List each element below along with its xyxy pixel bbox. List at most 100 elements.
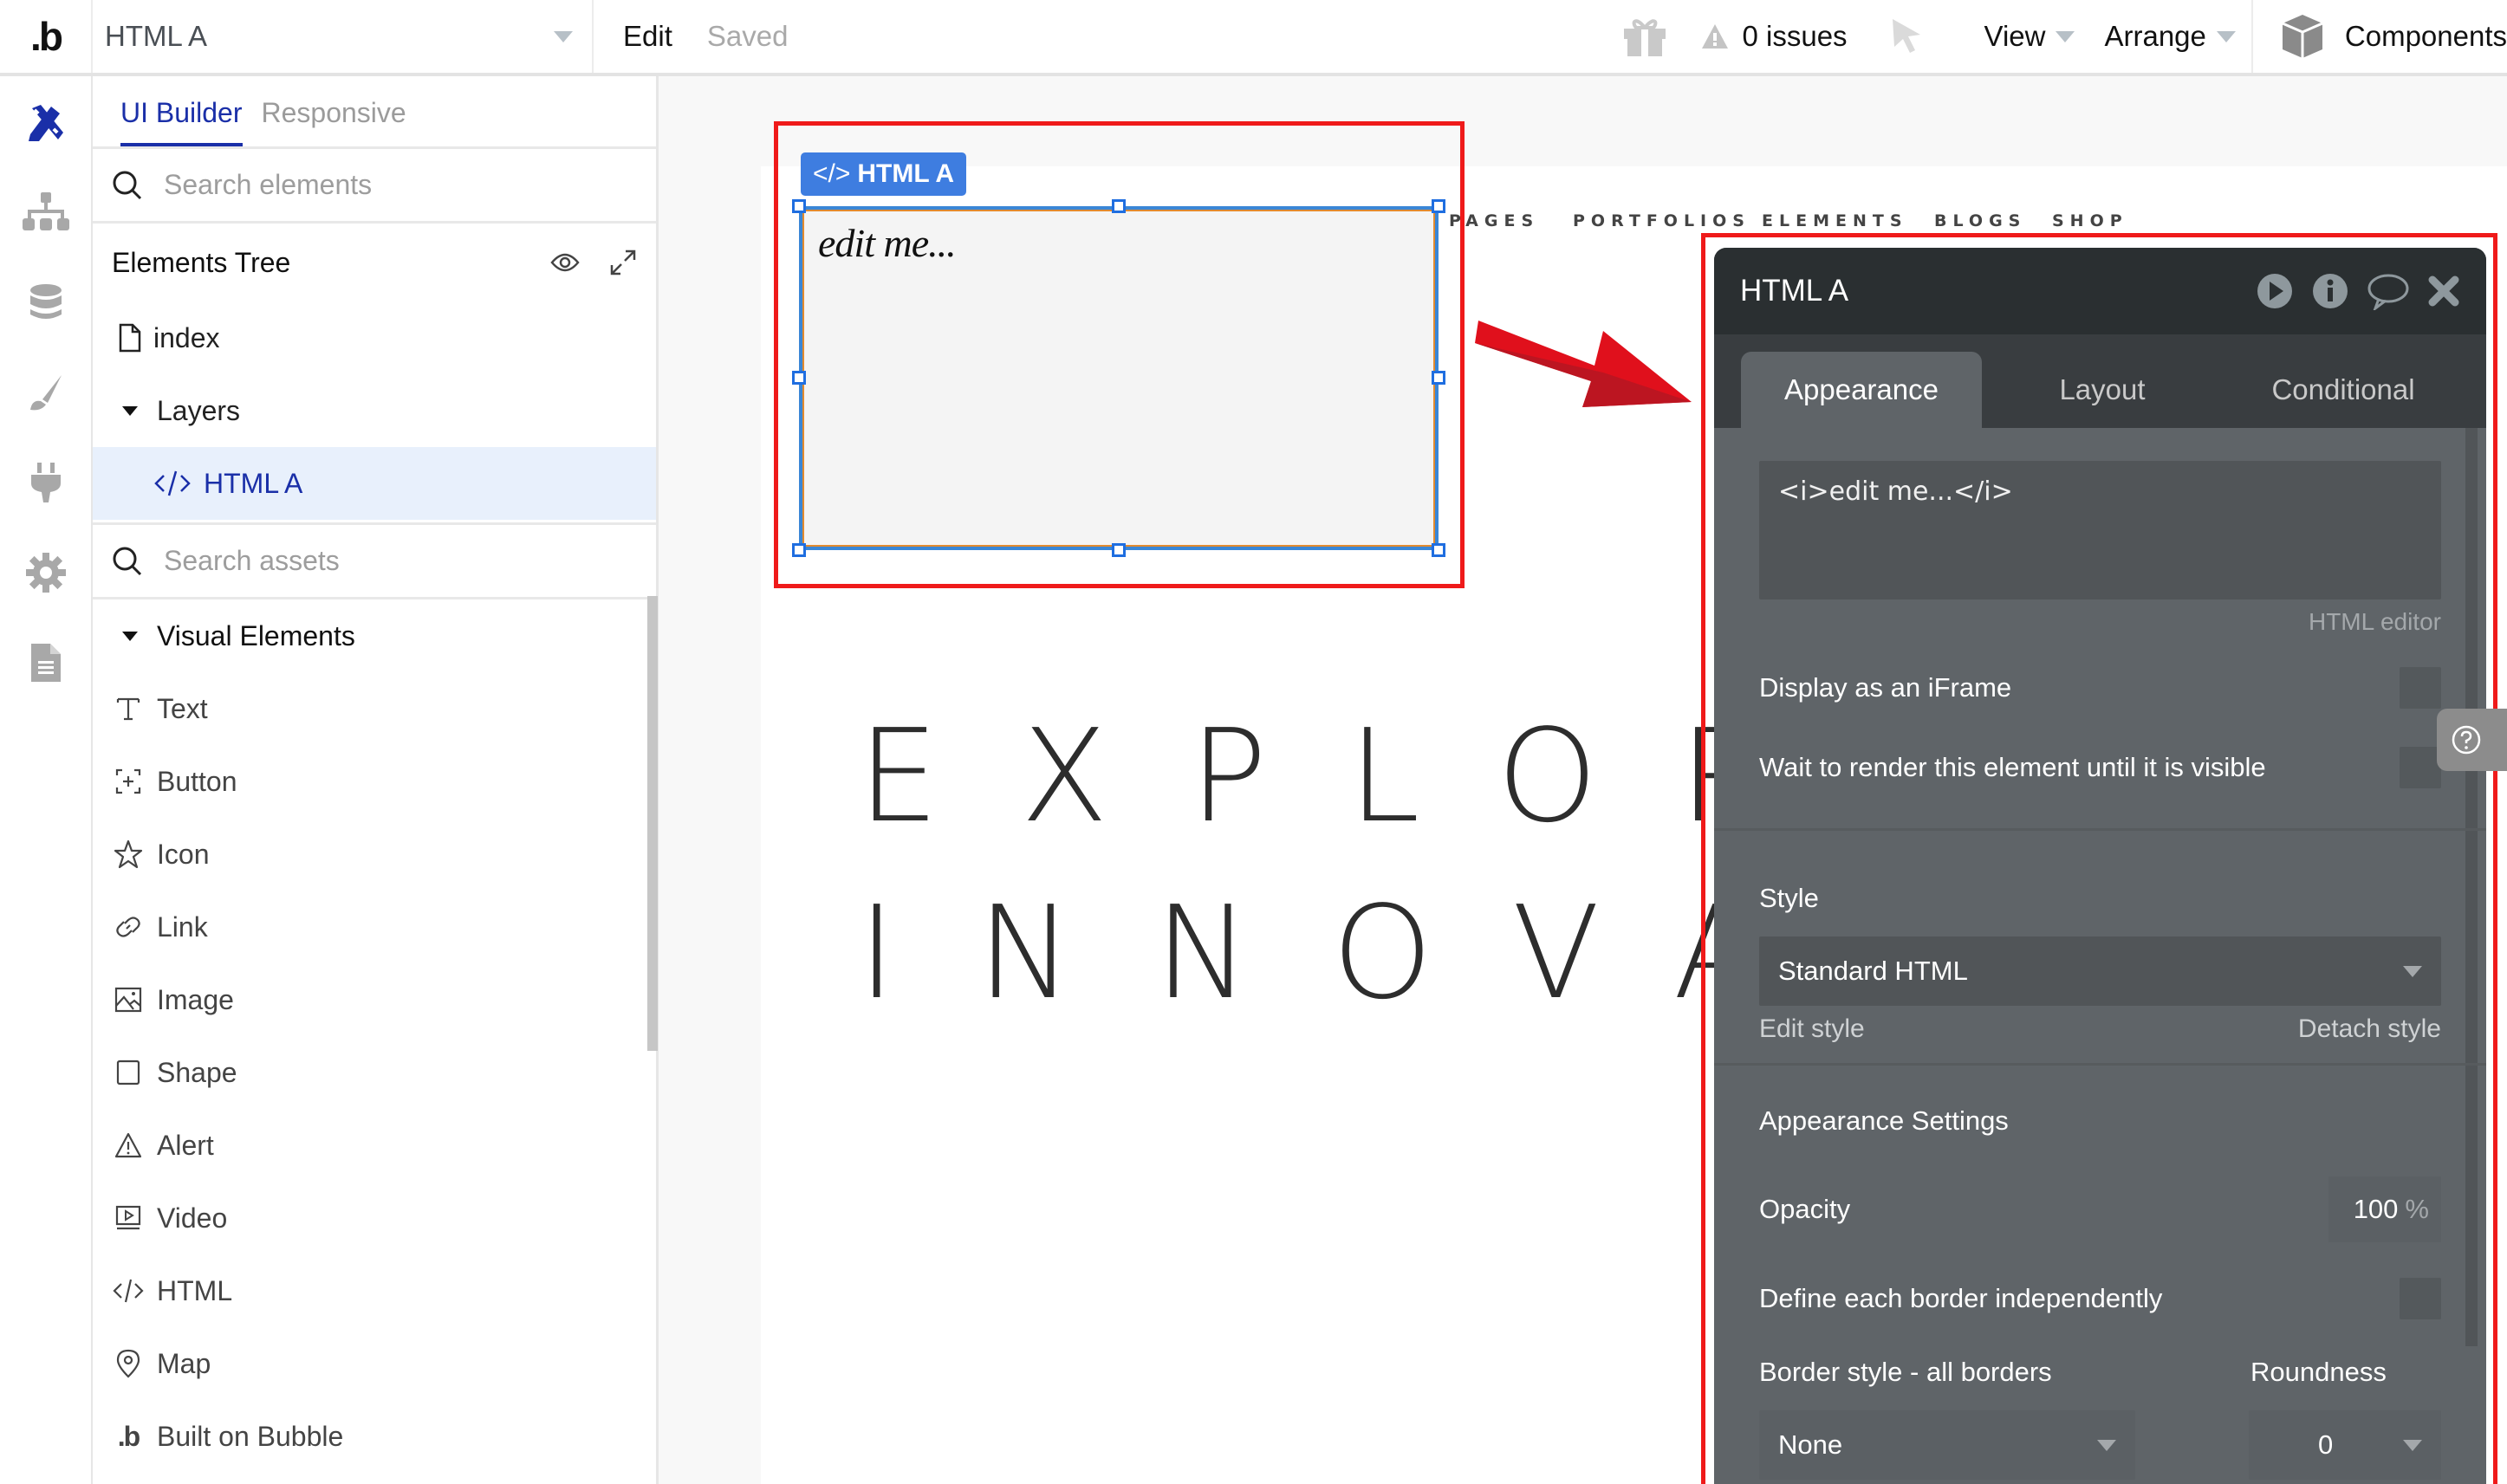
element-tag[interactable]: </> HTML A [801, 152, 967, 196]
tab-ui-builder[interactable]: UI Builder [120, 97, 243, 146]
nav-blogs: BLOGS [1934, 211, 2027, 230]
define-border-label: Define each border independently [1759, 1283, 2163, 1313]
info-icon[interactable] [2311, 272, 2349, 310]
nav-portfolios: PORTFOLIOS [1573, 211, 1750, 230]
tab-conditional[interactable]: Conditional [2223, 352, 2464, 428]
opacity-row: Opacity 100 % [1759, 1176, 2441, 1242]
arrange-menu[interactable]: Arrange [2104, 20, 2236, 53]
caret-down-icon [122, 631, 138, 641]
bubble-logo[interactable]: .b [0, 0, 93, 73]
edit-menu[interactable]: Edit [623, 20, 672, 53]
visual-element-item[interactable]: Text [93, 672, 656, 745]
visual-element-label: Built on Bubble [157, 1420, 344, 1452]
visual-element-label: Map [157, 1347, 211, 1379]
visual-element-item[interactable]: HTML [93, 1254, 656, 1327]
logs-document-icon[interactable] [21, 638, 71, 688]
chevron-down-icon [2216, 30, 2236, 42]
display-iframe-label: Display as an iFrame [1759, 672, 2012, 703]
tree-item-layers[interactable]: Layers [93, 374, 656, 447]
visual-element-label: Image [157, 983, 234, 1015]
tab-layout[interactable]: Layout [1982, 352, 2223, 428]
issues-button[interactable]: 0 issues [1700, 20, 1848, 53]
design-icon[interactable] [21, 97, 71, 147]
data-icon[interactable] [21, 277, 71, 327]
tab-appearance[interactable]: Appearance [1741, 352, 1982, 428]
edit-style-link[interactable]: Edit style [1759, 1014, 1865, 1044]
button-icon [112, 765, 145, 798]
components-button[interactable]: Components [2250, 0, 2507, 73]
code-icon [154, 470, 191, 496]
gift-icon[interactable] [1620, 15, 1669, 58]
html-element[interactable]: edit me... [799, 206, 1439, 550]
left-icon-rail [0, 76, 93, 1484]
panel-body: <i>edit me...</i> HTML editor Display as… [1714, 461, 2486, 1480]
display-iframe-checkbox[interactable] [2400, 667, 2441, 709]
visual-element-item[interactable]: Alert [93, 1109, 656, 1182]
opacity-unit: % [2405, 1194, 2429, 1224]
wait-render-checkbox[interactable] [2400, 747, 2441, 788]
warning-icon [1702, 24, 1729, 49]
search-elements-field[interactable]: Search elements [93, 149, 656, 224]
border-style-value: None [1778, 1429, 1843, 1460]
resize-handle-top-right[interactable] [1432, 199, 1445, 213]
chevron-down-icon [2097, 1439, 2116, 1451]
tree-item-html-a[interactable]: HTML A [93, 447, 656, 520]
resize-handle-left[interactable] [792, 371, 806, 385]
expand-icon[interactable] [609, 249, 637, 276]
close-icon[interactable] [2427, 275, 2460, 308]
red-arrow-annotation [1475, 321, 1692, 407]
tree-item-label: HTML A [204, 467, 303, 499]
border-style-dropdown[interactable]: None [1759, 1410, 2135, 1480]
visual-element-item[interactable]: Shape [93, 1036, 656, 1109]
elements-tree-title: Elements Tree [112, 246, 291, 278]
inspect-cursor-icon[interactable] [1889, 17, 1924, 55]
style-dropdown[interactable]: Standard HTML [1759, 936, 2441, 1006]
text-icon [112, 692, 145, 725]
plugins-icon[interactable] [21, 457, 71, 508]
visual-element-item[interactable]: Link [93, 891, 656, 963]
visual-element-item[interactable]: Video [93, 1182, 656, 1254]
sidebar-tabs: UI Builder Responsive [93, 76, 656, 149]
detach-style-link[interactable]: Detach style [2298, 1014, 2441, 1044]
saved-status: Saved [706, 20, 789, 52]
help-button[interactable] [2437, 709, 2507, 771]
visual-element-item[interactable]: Image [93, 963, 656, 1036]
appearance-settings-label: Appearance Settings [1759, 1105, 2009, 1136]
visual-element-item[interactable]: Icon [93, 818, 656, 891]
styles-brush-icon[interactable] [21, 367, 71, 418]
help-icon [2452, 725, 2481, 755]
workflow-icon[interactable] [21, 187, 71, 237]
assets-scrollbar[interactable] [647, 596, 658, 1051]
eye-icon[interactable] [550, 250, 580, 275]
resize-handle-bottom-right[interactable] [1432, 543, 1445, 557]
resize-handle-top[interactable] [1112, 199, 1126, 213]
opacity-label: Opacity [1759, 1194, 1851, 1224]
resize-handle-right[interactable] [1432, 371, 1445, 385]
define-border-checkbox[interactable] [2400, 1278, 2441, 1319]
resize-handle-top-left[interactable] [792, 199, 806, 213]
alert-icon [112, 1129, 145, 1162]
visual-element-label: HTML [157, 1274, 233, 1306]
element-selector[interactable]: HTML A [93, 0, 594, 73]
opacity-value: 100 [2353, 1194, 2399, 1224]
display-iframe-row: Display as an iFrame [1759, 662, 2441, 714]
tree-item-index[interactable]: index [93, 301, 656, 374]
opacity-input[interactable]: 100 % [2328, 1176, 2441, 1242]
html-editor-link[interactable]: HTML editor [1759, 608, 2441, 636]
resize-handle-bottom-left[interactable] [792, 543, 806, 557]
tab-responsive[interactable]: Responsive [262, 97, 406, 146]
visual-element-item[interactable]: Map [93, 1327, 656, 1400]
resize-handle-bottom[interactable] [1112, 543, 1126, 557]
view-menu[interactable]: View [1984, 20, 2075, 53]
search-assets-field[interactable]: Search assets [93, 525, 656, 599]
settings-gear-icon[interactable] [21, 548, 71, 598]
visual-element-item[interactable]: Button [93, 745, 656, 818]
play-icon[interactable] [2256, 272, 2294, 310]
roundness-dropdown[interactable]: 0 [2249, 1410, 2441, 1480]
visual-element-label: Icon [157, 838, 210, 870]
visual-element-item[interactable]: .b Built on Bubble [93, 1400, 656, 1473]
define-border-row: Define each border independently [1759, 1277, 2441, 1320]
visual-elements-header[interactable]: Visual Elements [93, 599, 656, 672]
html-code-input[interactable]: <i>edit me...</i> [1759, 461, 2441, 599]
comment-icon[interactable] [2367, 272, 2410, 310]
